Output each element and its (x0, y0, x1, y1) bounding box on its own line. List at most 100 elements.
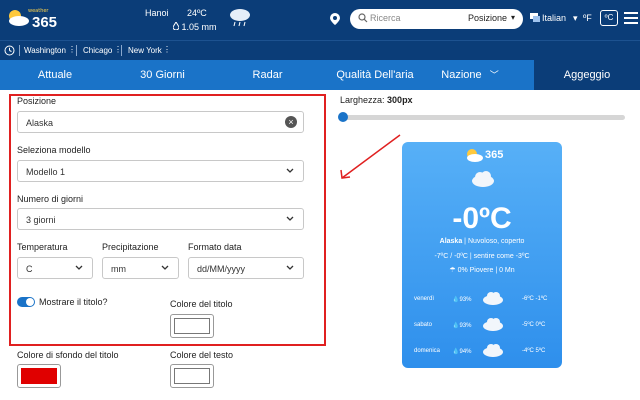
forecast-range: -5ºC 0ºC (522, 322, 546, 328)
title-color-picker[interactable] (170, 314, 214, 338)
red-arrow-annotation (340, 134, 401, 179)
widget-rain: ☂ 0% Piovere | 0 Mn (402, 266, 562, 274)
search-type-select[interactable]: Posizione (468, 13, 507, 23)
forecast-range: -4ºC 5ºC (522, 348, 546, 354)
widget-rain-text: 0% Piovere | 0 Mn (457, 267, 515, 274)
forecast-row: sabato 💧93% -5ºC 0ºC (402, 314, 562, 338)
location-pin-icon[interactable] (330, 13, 340, 25)
hamburger-menu-icon[interactable] (624, 12, 638, 26)
tab-nazione-label: Nazione (441, 69, 482, 81)
current-rain-value: 1.05 mm (181, 22, 217, 32)
sun-cloud-logo-icon (467, 149, 483, 162)
tab-30-giorni[interactable]: 30 Giorni (110, 60, 215, 90)
chevron-down-icon (286, 216, 294, 221)
model-select[interactable]: Modello 1 (17, 160, 304, 182)
tab-air-quality[interactable]: Qualità Dell'aria (320, 60, 430, 90)
date-format-value: dd/MM/yyyy (197, 264, 246, 274)
precipitation-select[interactable]: mm (102, 257, 179, 279)
date-format-select[interactable]: dd/MM/yyyy (188, 257, 304, 279)
temperature-value: C (26, 264, 33, 274)
width-setting: Larghezza: 300px (340, 95, 413, 105)
widget-brand-number: 365 (485, 149, 504, 161)
widget-feels-like: -7ºC / -0ºC | sentire come -3ºC (434, 253, 530, 260)
forecast-row: domenica 💧94% -4ºC 5ºC (402, 340, 562, 364)
more-options-icon[interactable]: ⋮ (68, 45, 76, 54)
search-input[interactable]: Ricerca (370, 13, 401, 23)
forecast-precip-value: 93% (459, 323, 472, 329)
city-link-washington[interactable]: Washington (24, 46, 66, 55)
forecast-day: domenica (414, 348, 441, 354)
city-link-chicago[interactable]: Chicago (83, 46, 112, 55)
forecast-day: venerdì (414, 296, 435, 302)
forecast-precip: 💧93% (452, 323, 472, 329)
position-input[interactable]: Alaska × (17, 111, 304, 133)
position-label: Posizione (17, 96, 57, 106)
width-label: Larghezza: (340, 95, 385, 105)
precipitation-value: mm (111, 264, 126, 274)
text-color-picker[interactable] (170, 364, 214, 388)
current-rain: 1.05 mm (172, 21, 217, 32)
temperature-select[interactable]: C (17, 257, 93, 279)
brand-number: 365 (32, 14, 58, 31)
divider (121, 45, 122, 56)
forecast-precip: 💧94% (452, 349, 472, 355)
forecast-precip-value: 94% (459, 349, 472, 355)
clear-icon[interactable]: × (285, 116, 297, 128)
width-slider-track[interactable] (340, 115, 625, 120)
text-color-label: Colore del testo (170, 350, 234, 360)
forecast-row: venerdì 💧93% -6ºC -1ºC (402, 288, 562, 312)
divider (19, 45, 20, 56)
show-title-toggle[interactable] (17, 297, 35, 307)
forecast-precip: 💧93% (452, 297, 472, 303)
umbrella-icon: ☂ (449, 267, 456, 274)
widget-condition: Nuvoloso, coperto (467, 238, 525, 245)
color-swatch (174, 318, 210, 334)
unit-fahrenheit[interactable]: ºF (583, 13, 592, 23)
toggle-knob (26, 298, 34, 306)
widget-temperature: -0ºC (452, 202, 512, 235)
tab-nazione[interactable]: Nazione ﹀ (430, 60, 510, 90)
sun-cloud-logo-icon (9, 10, 29, 26)
cloud-icon (483, 344, 503, 357)
current-city[interactable]: Hanoi (145, 8, 169, 18)
language-icon (530, 13, 540, 22)
widget-preview: 365 -0ºC Alaska | Nuvoloso, coperto -7ºC… (402, 142, 562, 368)
search-icon (358, 13, 368, 23)
chevron-down-icon (75, 265, 83, 270)
raindrop-icon (172, 21, 180, 31)
cloud-icon (483, 292, 503, 305)
divider (76, 45, 77, 56)
width-value: 300px (387, 95, 413, 105)
title-bg-color-label: Colore di sfondo del titolo (17, 350, 119, 360)
chevron-down-icon (161, 265, 169, 270)
color-swatch (21, 368, 57, 384)
chevron-down-icon: ﹀ (489, 70, 499, 80)
show-title-label: Mostrare il titolo? (39, 297, 108, 307)
search-bar[interactable]: Ricerca Posizione ▾ (350, 9, 523, 29)
position-value: Alaska (26, 118, 54, 128)
days-value: 3 giorni (26, 215, 56, 225)
tab-aggeggio[interactable]: Aggeggio (534, 60, 640, 90)
precipitation-label: Precipitazione (102, 242, 159, 252)
top-header: weather 365 Hanoi 24ºC 1.05 mm Ricerca P… (0, 0, 640, 40)
days-select[interactable]: 3 giorni (17, 208, 304, 230)
widget-description: Alaska | Nuvoloso, coperto (439, 238, 525, 245)
widget-location: Alaska (439, 238, 463, 245)
model-label: Seleziona modello (17, 145, 91, 155)
cloud-icon (472, 171, 494, 187)
site-logo[interactable]: weather 365 (6, 6, 62, 34)
more-options-icon[interactable]: ⋮ (163, 45, 171, 54)
tab-attuale[interactable]: Attuale (0, 60, 110, 90)
rain-cloud-icon (230, 9, 250, 27)
title-bg-color-picker[interactable] (17, 364, 61, 388)
forecast-day: sabato (414, 322, 433, 328)
tab-radar[interactable]: Radar (215, 60, 320, 90)
unit-celsius[interactable]: ºC (600, 10, 618, 26)
cloud-icon (483, 318, 503, 331)
clock-icon (4, 45, 15, 56)
color-swatch (174, 368, 210, 384)
forecast-range: -6ºC -1ºC (522, 296, 548, 302)
width-slider-handle[interactable] (338, 112, 348, 122)
chevron-down-icon (286, 265, 294, 270)
city-link-new-york[interactable]: New York (128, 46, 162, 55)
